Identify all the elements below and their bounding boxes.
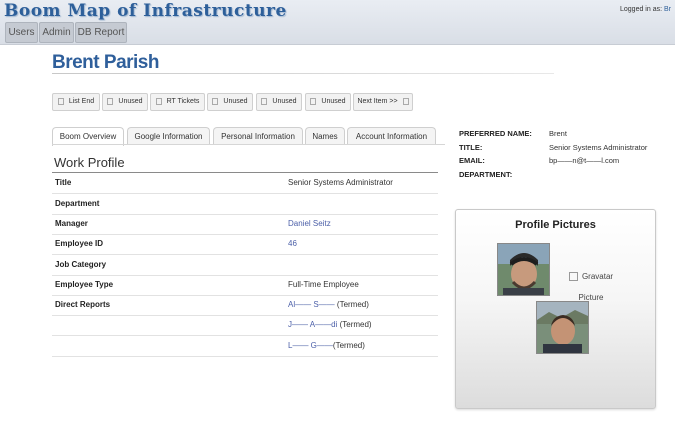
unused-label: Unused	[272, 98, 297, 105]
unused-label: Unused	[118, 98, 143, 105]
row-value-manager: Daniel Seitz	[288, 219, 331, 228]
title-divider	[52, 73, 554, 74]
table-row: L—— G——(Termed)	[52, 336, 438, 357]
unused-label: Unused	[321, 98, 346, 105]
app-title: Boom Map of Infrastructure	[4, 1, 287, 21]
email-label: EMAIL:	[459, 156, 485, 165]
direct-report-link[interactable]: J—— A——di	[288, 320, 337, 329]
row-label-employee-id: Employee ID	[55, 239, 104, 248]
unused-button-3[interactable]: Unused	[256, 93, 302, 111]
tab-divider	[52, 144, 445, 145]
nav-db-report-button[interactable]: DB Report	[75, 22, 127, 43]
preferred-name-value: Brent	[549, 129, 567, 138]
direct-report-link[interactable]: Al—— S——	[288, 300, 335, 309]
row-label-employee-type: Employee Type	[55, 280, 114, 289]
row-value-employee-id: 46	[288, 239, 297, 248]
next-item-button[interactable]: Next Item >>	[353, 93, 413, 111]
row-label-job-category: Job Category	[55, 260, 107, 269]
table-row: Manager Daniel Seitz	[52, 214, 438, 235]
logged-in-label: Logged in as:	[620, 6, 663, 13]
employee-id-link[interactable]: 46	[288, 239, 297, 248]
unused-button-4[interactable]: Unused	[305, 93, 351, 111]
page-icon	[155, 97, 162, 105]
email-value[interactable]: bp——n@t——l.com	[549, 156, 619, 165]
nav-users-button[interactable]: Users	[5, 22, 38, 43]
unused-label: Unused	[223, 98, 248, 105]
title-value: Senior Systems Administrator	[549, 143, 648, 152]
table-row: J—— A——di (Termed)	[52, 315, 438, 336]
termed-label: (Termed)	[332, 341, 365, 350]
row-label-manager: Manager	[55, 219, 88, 228]
profile-photo-2	[536, 301, 589, 354]
table-row: Employee Type Full-Time Employee	[52, 275, 438, 296]
page-icon	[310, 97, 317, 105]
gravatar-label-1: Gravatar	[581, 272, 614, 281]
unused-button-1[interactable]: Unused	[102, 93, 148, 111]
page-icon	[57, 97, 64, 105]
profile-pictures-panel: Profile Pictures Gravatar Picture	[455, 209, 656, 409]
manager-link[interactable]: Daniel Seitz	[288, 219, 331, 228]
direct-report-link[interactable]: L—— G——	[288, 341, 333, 350]
profile-pictures-title: Profile Pictures	[515, 219, 596, 231]
termed-label: (Termed)	[339, 320, 372, 329]
table-row: Direct Reports Al—— S—— (Termed)	[52, 295, 438, 316]
tab-account-information[interactable]: Account Information	[347, 127, 436, 145]
nav-admin-button[interactable]: Admin	[39, 22, 74, 43]
row-value-direct-report-3: L—— G——(Termed)	[288, 341, 365, 350]
row-value-direct-report-1: Al—— S—— (Termed)	[288, 300, 369, 309]
page-icon	[261, 97, 268, 105]
page-icon	[212, 97, 219, 105]
row-value-employee-type: Full-Time Employee	[288, 280, 359, 289]
row-value-title: Senior Systems Administrator	[288, 178, 393, 187]
row-label-direct-reports: Direct Reports	[55, 300, 111, 309]
title-label: TITLE:	[459, 143, 483, 152]
profile-photo-1	[497, 243, 550, 296]
row-value-direct-report-2: J—— A——di (Termed)	[288, 320, 372, 329]
row-label-department: Department	[55, 199, 100, 208]
table-row: Department	[52, 194, 438, 215]
tab-personal-information[interactable]: Personal Information	[213, 127, 303, 145]
work-profile-title: Work Profile	[54, 155, 125, 170]
broken-image-icon	[568, 272, 578, 282]
preferred-name-label: PREFERRED NAME:	[459, 129, 532, 138]
page-icon	[402, 97, 409, 105]
page-title: Brent Parish	[52, 52, 159, 73]
next-item-label: Next Item >>	[357, 98, 398, 105]
list-end-button[interactable]: List End	[52, 93, 100, 111]
termed-label: (Termed)	[336, 300, 369, 309]
unused-button-2[interactable]: Unused	[207, 93, 253, 111]
page-icon	[107, 97, 114, 105]
department-label: DEPARTMENT:	[459, 170, 513, 179]
list-end-label: List End	[68, 98, 95, 105]
table-row: Employee ID 46	[52, 234, 438, 255]
row-label-title: Title	[55, 178, 72, 187]
tab-names[interactable]: Names	[305, 127, 345, 145]
rt-tickets-label: RT Tickets	[166, 98, 200, 105]
app-header: Boom Map of Infrastructure Logged in as:…	[0, 0, 675, 45]
tab-google-information[interactable]: Google Information	[127, 127, 210, 145]
profile-photo-1-image	[498, 244, 549, 295]
logged-in-indicator: Logged in as: Br	[620, 6, 671, 13]
logged-in-user-link[interactable]: Br	[664, 6, 671, 13]
profile-photo-2-image	[537, 302, 588, 353]
table-row: Title Senior Systems Administrator	[52, 173, 438, 194]
rt-tickets-button[interactable]: RT Tickets	[150, 93, 205, 111]
table-row: Job Category	[52, 255, 438, 276]
